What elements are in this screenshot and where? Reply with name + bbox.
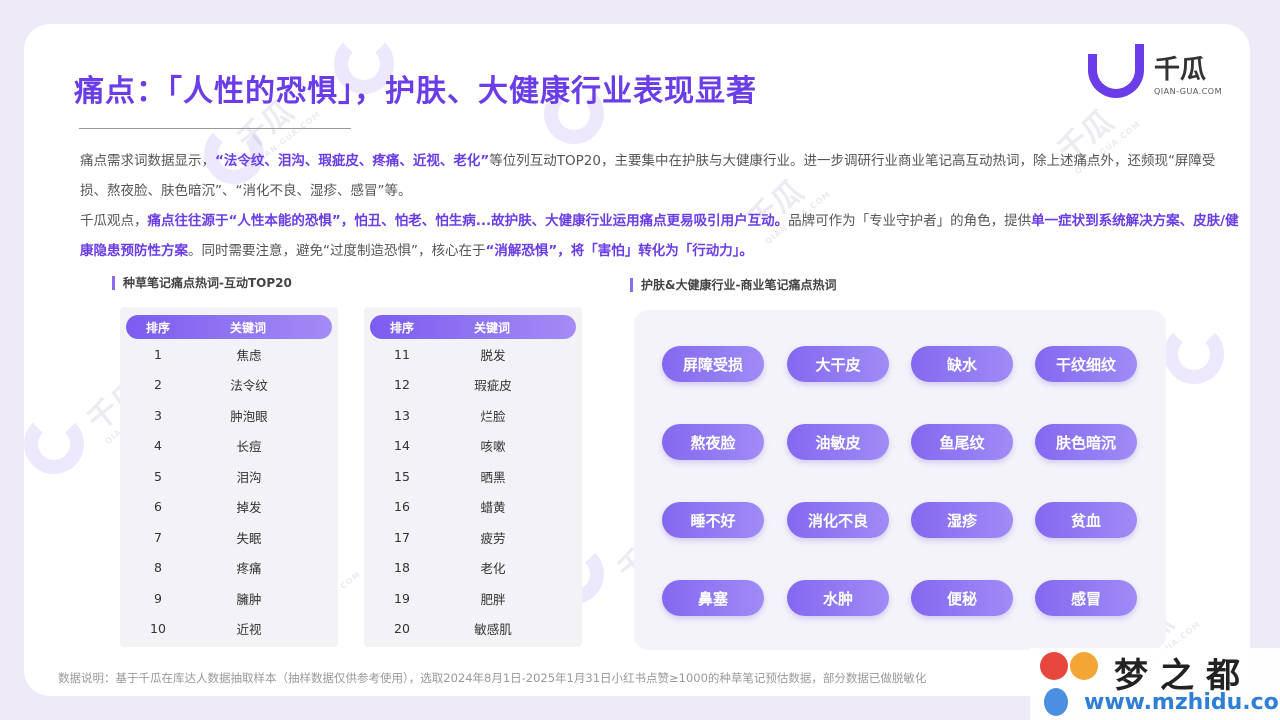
keyword-cell: 敏感肌 xyxy=(474,622,512,638)
keyword-tag: 鼻塞 xyxy=(662,580,764,616)
face-icon xyxy=(1040,652,1068,680)
keyword-tag-cloud: 屏障受损 大干皮 缺水 干纹细纹熬夜脸 油敏皮 鱼尾纹 肤色暗沉睡不好 消化不良 湿疹 贫血鼻塞水… xyxy=(634,310,1166,650)
rank-cell: 3 xyxy=(154,407,162,423)
table-header: 排序 关键词 xyxy=(126,315,332,339)
keyword-cell: 老化 xyxy=(480,561,506,577)
rank-cell: 5 xyxy=(154,468,162,484)
keyword-tag: 缺水 xyxy=(911,346,1013,382)
qiangua-logo-icon xyxy=(1087,44,1144,98)
keyword-tag: 睡不好 xyxy=(662,502,764,538)
keyword-cell: 脱发 xyxy=(480,347,506,363)
rank-cell: 9 xyxy=(154,590,162,606)
table-row: 10 近视 xyxy=(126,614,332,645)
title-divider xyxy=(79,128,351,129)
keyword-tag: 油敏皮 xyxy=(787,424,889,460)
table-row: 13 烂脸 xyxy=(370,400,576,431)
table-row: 1 焦虑 xyxy=(126,339,332,370)
table-row: 2 法令纹 xyxy=(126,370,332,401)
table-row: 20 敏感肌 xyxy=(370,614,576,645)
keyword-table-2: 排序 关键词 11 脱发 12 瑕疵皮 13 烂脸 14 咳嗽 15 晒黑 16 蜡黄 17 疲劳 18 老化… xyxy=(364,307,582,647)
keyword-cell: 焦虑 xyxy=(236,347,262,363)
keyword-tag: 鱼尾纹 xyxy=(911,424,1013,460)
drop-icon xyxy=(1044,688,1068,716)
page-title: 痛点：「人性的恐惧」，护肤、大健康行业表现显著 xyxy=(74,74,757,109)
table-row: 9 臃肿 xyxy=(126,583,332,614)
table-row: 19 肥胖 xyxy=(370,583,576,614)
keyword-tag: 水肿 xyxy=(787,580,889,616)
rank-cell: 14 xyxy=(394,438,410,454)
table-row: 7 失眠 xyxy=(126,522,332,553)
rank-cell: 13 xyxy=(394,407,410,423)
keyword-tag: 感冒 xyxy=(1035,580,1137,616)
rank-cell: 10 xyxy=(150,621,166,637)
keyword-cell: 法令纹 xyxy=(230,378,268,394)
keyword-cell: 泪沟 xyxy=(236,469,262,485)
table-header: 排序 关键词 xyxy=(370,315,576,339)
brand-logo: 千瓜 QIAN-GUA.COM xyxy=(1087,44,1222,98)
keyword-tag: 屏障受损 xyxy=(662,346,764,382)
keyword-cell: 肥胖 xyxy=(480,591,506,607)
keyword-cell: 肿泡眼 xyxy=(230,408,268,424)
rank-cell: 7 xyxy=(154,529,162,545)
keyword-table-1: 排序 关键词 1 焦虑 2 法令纹 3 肿泡眼 4 长痘 5 泪沟 6 掉发 7 失眠 8 疼痛 9 臃肿 10 近视 xyxy=(120,307,338,647)
table-row: 4 长痘 xyxy=(126,431,332,462)
keyword-cell: 长痘 xyxy=(236,439,262,455)
left-section-label: 种草笔记痛点热词-互动TOP20 xyxy=(112,276,292,290)
keyword-cell: 疼痛 xyxy=(236,561,262,577)
table-row: 18 老化 xyxy=(370,553,576,584)
keyword-tag: 熬夜脸 xyxy=(662,424,764,460)
table-row: 11 脱发 xyxy=(370,339,576,370)
rank-cell: 11 xyxy=(394,346,410,362)
keyword-cell: 掉发 xyxy=(236,500,262,516)
table-row: 14 咳嗽 xyxy=(370,431,576,462)
keyword-cell: 失眠 xyxy=(236,530,262,546)
keyword-tag: 大干皮 xyxy=(787,346,889,382)
keyword-tag: 便秘 xyxy=(911,580,1013,616)
rank-cell: 8 xyxy=(154,560,162,576)
table-row: 15 晒黑 xyxy=(370,461,576,492)
site-watermark-badge: 梦之都 www.mzhidu.com xyxy=(1030,648,1280,720)
table-row: 6 掉发 xyxy=(126,492,332,523)
keyword-cell: 疲劳 xyxy=(480,530,506,546)
table-row: 5 泪沟 xyxy=(126,461,332,492)
rank-cell: 18 xyxy=(394,560,410,576)
table-row: 12 瑕疵皮 xyxy=(370,370,576,401)
brand-url: www.mzhidu.com xyxy=(1084,690,1280,715)
rank-cell: 16 xyxy=(394,499,410,515)
keyword-tag: 贫血 xyxy=(1035,502,1137,538)
keyword-tag: 湿疹 xyxy=(911,502,1013,538)
table-row: 16 蜡黄 xyxy=(370,492,576,523)
keyword-tag: 消化不良 xyxy=(787,502,889,538)
watermark-arc xyxy=(1164,324,1224,384)
rank-cell: 17 xyxy=(394,529,410,545)
table-row: 3 肿泡眼 xyxy=(126,400,332,431)
right-section-label: 护肤&大健康行业-商业笔记痛点热词 xyxy=(630,278,836,292)
keyword-cell: 近视 xyxy=(236,622,262,638)
keyword-tag: 干纹细纹 xyxy=(1035,346,1137,382)
slide-card: 千瓜 QIAN-GUA.COM 千瓜 QIAN-GUA.COM 千瓜 QIAN-GUA… xyxy=(24,24,1250,696)
data-note: 数据说明：基于千瓜在库达人数据抽取样本（抽样数据仅供参考使用），选取2024年8… xyxy=(58,671,927,685)
summary-paragraph: 痛点需求词数据显示，“法令纹、泪沟、瑕疵皮、疼痛、近视、老化”等位列互动TOP2… xyxy=(80,153,1239,259)
logo-domain: QIAN-GUA.COM xyxy=(1153,86,1222,96)
rank-cell: 6 xyxy=(154,499,162,515)
face-icon xyxy=(1070,652,1098,680)
rank-cell: 2 xyxy=(154,377,162,393)
keyword-cell: 烂脸 xyxy=(480,408,506,424)
rank-cell: 20 xyxy=(394,621,410,637)
rank-cell: 1 xyxy=(154,346,162,362)
rank-cell: 4 xyxy=(154,438,162,454)
keyword-cell: 晒黑 xyxy=(480,469,506,485)
watermark-arc xyxy=(24,414,84,474)
rank-cell: 15 xyxy=(394,468,410,484)
rank-cell: 12 xyxy=(394,377,410,393)
keyword-cell: 瑕疵皮 xyxy=(474,378,512,394)
keyword-cell: 咳嗽 xyxy=(480,439,506,455)
table-row: 17 疲劳 xyxy=(370,522,576,553)
table-row: 8 疼痛 xyxy=(126,553,332,584)
keyword-cell: 臃肿 xyxy=(236,591,262,607)
keyword-cell: 蜡黄 xyxy=(480,500,506,516)
rank-cell: 19 xyxy=(394,590,410,606)
keyword-tag: 肤色暗沉 xyxy=(1035,424,1137,460)
logo-name: 千瓜 xyxy=(1153,54,1206,85)
